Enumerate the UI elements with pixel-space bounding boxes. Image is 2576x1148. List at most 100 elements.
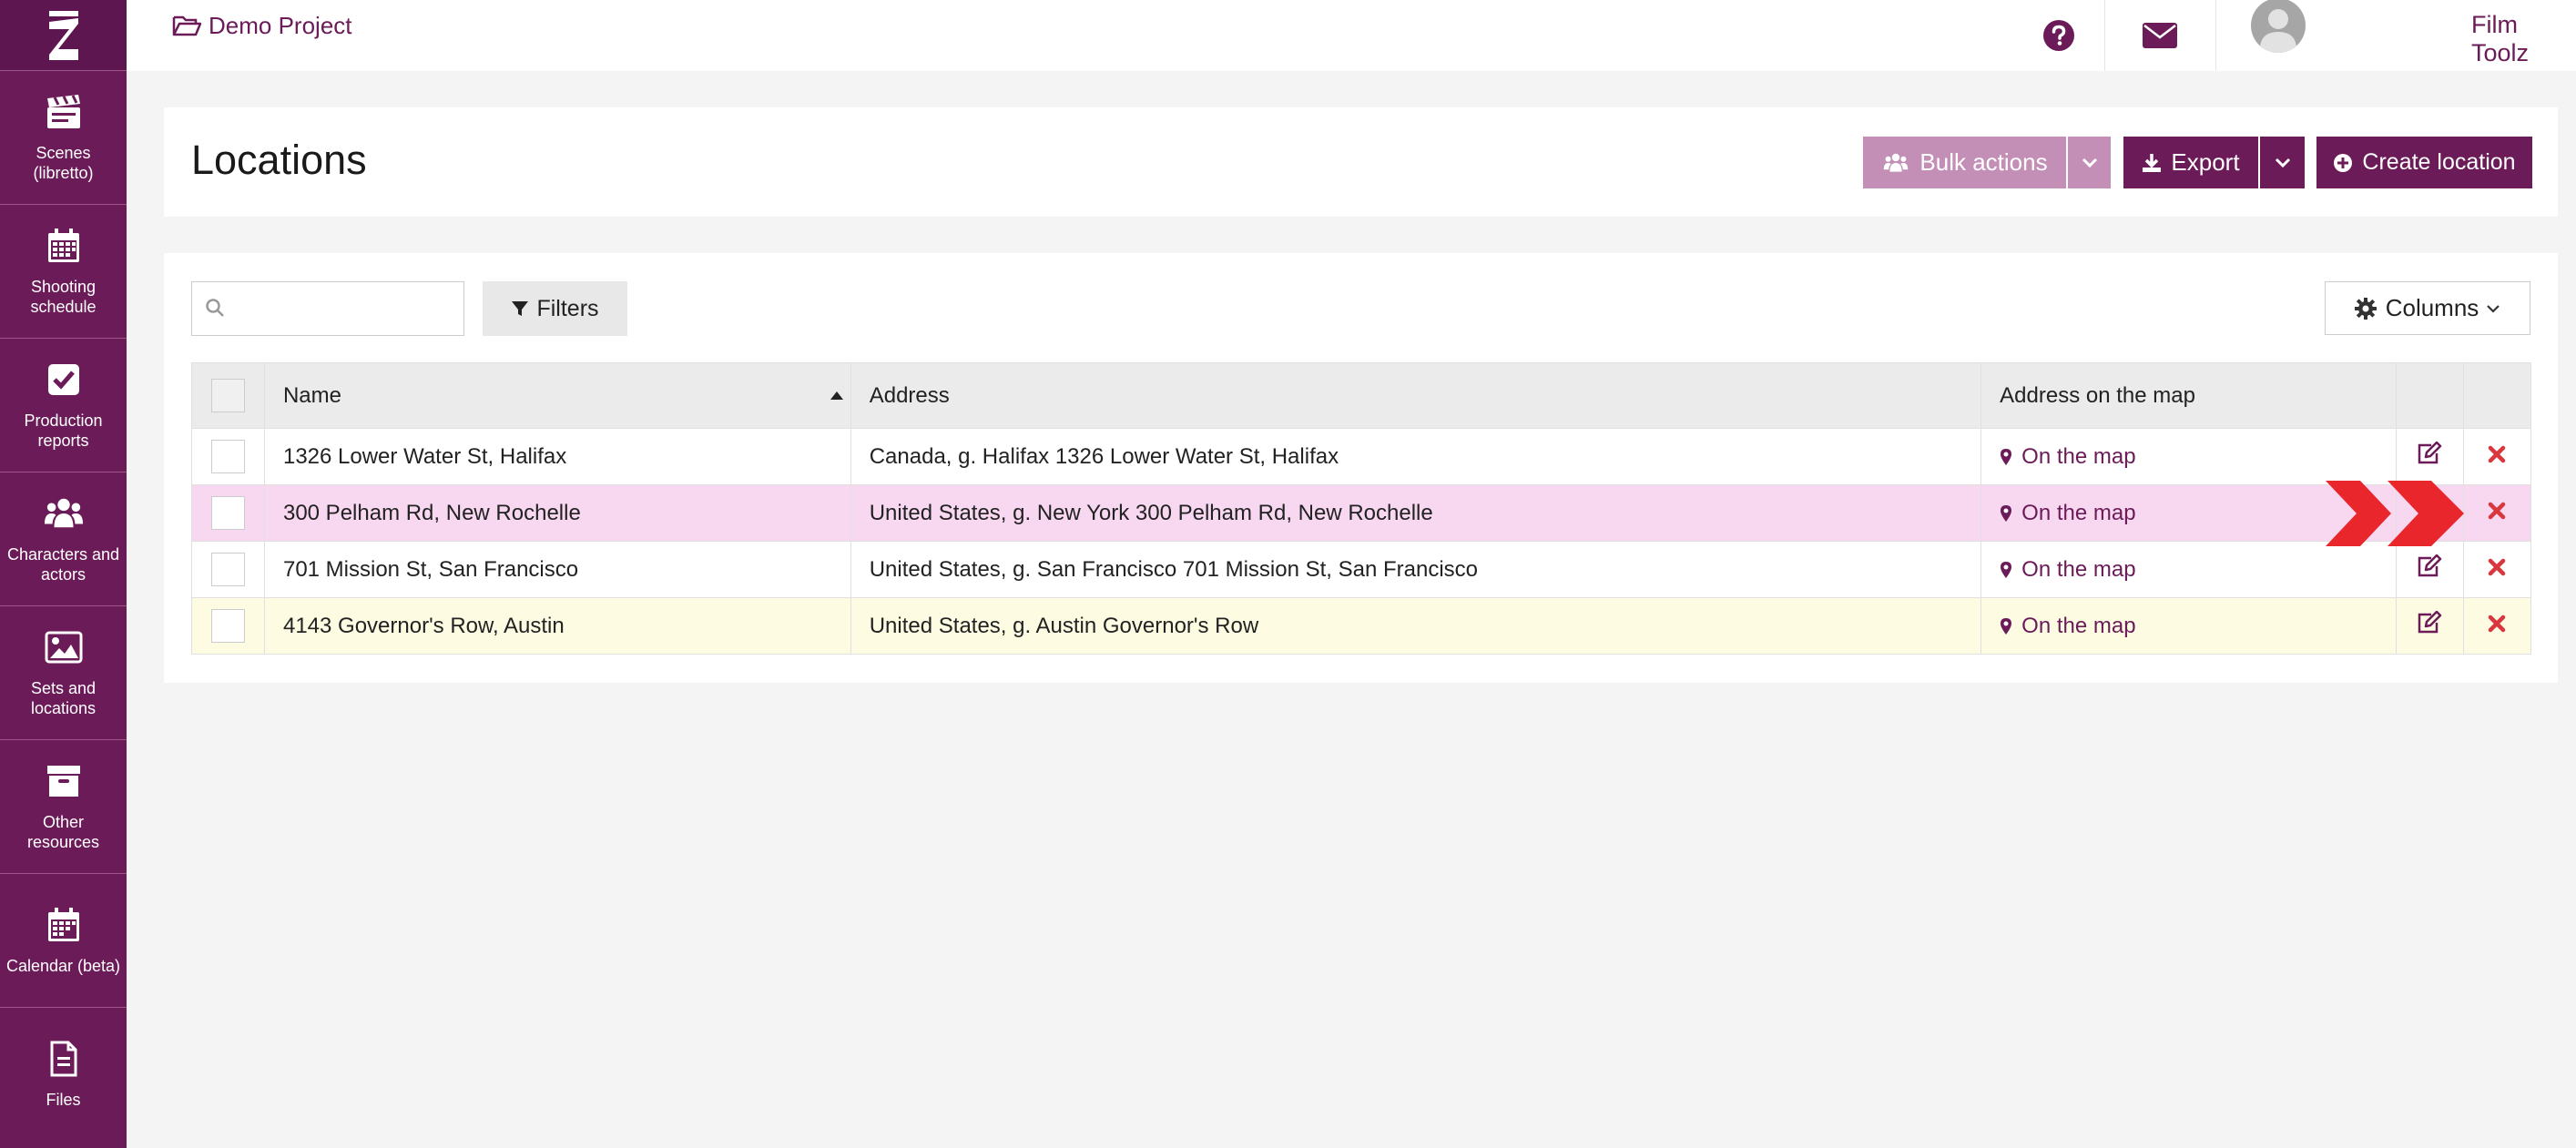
on-the-map-label: On the map — [2021, 613, 2136, 638]
delete-x-icon[interactable] — [2488, 502, 2506, 520]
table-row[interactable]: 701 Mission St, San Francisco United Sta… — [191, 541, 2532, 598]
on-the-map-label: On the map — [2021, 443, 2136, 469]
map-marker-icon — [2001, 617, 2012, 635]
edit-icon[interactable] — [2417, 441, 2442, 465]
sidebar-item-files[interactable]: Files — [0, 1007, 127, 1141]
bulk-actions-dropdown[interactable] — [2068, 137, 2111, 188]
calendar-grid-icon — [44, 226, 84, 266]
columns-label: Columns — [2385, 294, 2479, 321]
row-checkbox[interactable] — [210, 553, 245, 586]
on-the-map-link[interactable]: On the map — [2000, 501, 2377, 526]
table-row[interactable]: 1326 Lower Water St, Halifax Canada, g. … — [191, 428, 2532, 485]
image-icon — [44, 627, 84, 667]
file-icon — [44, 1039, 84, 1079]
title-panel: Locations Bulk actions Export Create loc… — [164, 107, 2558, 217]
user-name[interactable]: Film Toolz — [2471, 11, 2576, 67]
delete-x-icon[interactable] — [2488, 445, 2506, 463]
clapperboard-icon — [44, 92, 84, 132]
create-location-label: Create location — [2362, 149, 2516, 175]
column-header-name[interactable]: Name — [263, 362, 851, 429]
export-label: Export — [2171, 148, 2240, 176]
edit-icon[interactable] — [2417, 610, 2442, 635]
delete-cell — [2462, 428, 2532, 485]
sidebar-item-label: Characters and actors — [6, 545, 120, 584]
row-select-cell — [191, 484, 265, 542]
chevron-down-icon — [2275, 157, 2290, 168]
sidebar: Scenes (libretto) Shooting schedule Prod… — [0, 0, 127, 1148]
sort-ascending-icon — [830, 391, 843, 400]
sidebar-item-shooting-schedule[interactable]: Shooting schedule — [0, 204, 127, 338]
project-breadcrumb[interactable]: Demo Project — [172, 9, 352, 42]
row-address: United States, g. San Francisco 701 Miss… — [850, 541, 1982, 598]
column-header-map[interactable]: Address on the map — [1980, 362, 2397, 429]
sidebar-item-label: Sets and locations — [30, 679, 97, 717]
filters-button[interactable]: Filters — [483, 281, 627, 336]
archive-box-icon — [44, 761, 84, 801]
row-checkbox[interactable] — [210, 440, 245, 473]
row-name: 4143 Governor's Row, Austin — [263, 597, 851, 655]
users-icon — [44, 493, 84, 533]
columns-button[interactable]: Columns — [2325, 281, 2530, 335]
create-location-button[interactable]: Create location — [2316, 137, 2532, 188]
download-icon — [2143, 153, 2162, 172]
select-all-cell — [191, 362, 265, 429]
sidebar-item-sets-locations[interactable]: Sets and locations — [0, 605, 127, 739]
sidebar-item-characters[interactable]: Characters and actors — [0, 472, 127, 605]
bulk-actions-label: Bulk actions — [1919, 148, 2048, 176]
row-name: 1326 Lower Water St, Halifax — [263, 428, 851, 485]
table-row[interactable]: 300 Pelham Rd, New Rochelle United State… — [191, 484, 2532, 542]
map-marker-icon — [2001, 504, 2012, 522]
delete-x-icon[interactable] — [2488, 558, 2506, 576]
row-select-cell — [191, 541, 265, 598]
sidebar-item-other-resources[interactable]: Other resources — [0, 739, 127, 873]
on-the-map-label: On the map — [2021, 500, 2136, 525]
search-box[interactable] — [191, 281, 464, 336]
sidebar-item-scenes[interactable]: Scenes (libretto) — [0, 70, 127, 204]
plus-circle-icon — [2334, 153, 2353, 172]
sidebar-item-production-reports[interactable]: Production reports — [0, 338, 127, 472]
messages-button[interactable] — [2105, 0, 2215, 71]
top-bar: Demo Project Film Toolz EN — [127, 0, 2576, 71]
on-the-map-link[interactable]: On the map — [2000, 557, 2377, 583]
column-header-delete — [2462, 362, 2532, 429]
search-input[interactable] — [234, 282, 456, 335]
row-checkbox[interactable] — [210, 496, 245, 530]
export-dropdown[interactable] — [2260, 137, 2305, 188]
row-select-cell — [191, 597, 265, 655]
sidebar-item-label: Production reports — [24, 411, 103, 450]
logo-z-icon — [48, 10, 78, 60]
chevron-down-icon — [2082, 157, 2097, 168]
sidebar-item-label: Scenes (libretto) — [33, 144, 94, 182]
row-map-cell: On the map — [1980, 428, 2397, 485]
on-the-map-link[interactable]: On the map — [2000, 444, 2377, 470]
sidebar-item-label: Calendar (beta) — [5, 957, 121, 975]
column-header-edit — [2396, 362, 2464, 429]
app-logo[interactable] — [0, 0, 127, 70]
delete-x-icon[interactable] — [2488, 615, 2506, 633]
on-the-map-link[interactable]: On the map — [2000, 614, 2377, 639]
row-name: 300 Pelham Rd, New Rochelle — [263, 484, 851, 542]
sidebar-item-calendar[interactable]: Calendar (beta) — [0, 873, 127, 1007]
column-header-address[interactable]: Address — [850, 362, 1982, 429]
edit-cell — [2396, 597, 2464, 655]
chevron-down-icon — [2487, 304, 2500, 313]
export-button[interactable]: Export — [2123, 137, 2258, 188]
table-header-row: Name Address Address on the map — [191, 362, 2532, 429]
page-title: Locations — [191, 137, 367, 183]
gear-icon — [2354, 297, 2377, 320]
bulk-actions-button[interactable]: Bulk actions — [1863, 137, 2066, 188]
avatar[interactable] — [2248, 0, 2308, 71]
project-name: Demo Project — [209, 11, 352, 39]
delete-cell — [2462, 541, 2532, 598]
folder-open-icon — [172, 15, 201, 36]
on-the-map-label: On the map — [2021, 556, 2136, 582]
edit-icon[interactable] — [2417, 554, 2442, 578]
help-button[interactable] — [2013, 0, 2104, 71]
users-icon — [1884, 153, 1909, 172]
row-checkbox[interactable] — [210, 609, 245, 643]
table-row[interactable]: 4143 Governor's Row, Austin United State… — [191, 597, 2532, 655]
user-avatar-icon — [2251, 0, 2306, 53]
pointer-arrow-icon — [2326, 481, 2464, 546]
select-all-checkbox[interactable] — [210, 379, 245, 412]
sidebar-item-label: Files — [46, 1091, 81, 1109]
